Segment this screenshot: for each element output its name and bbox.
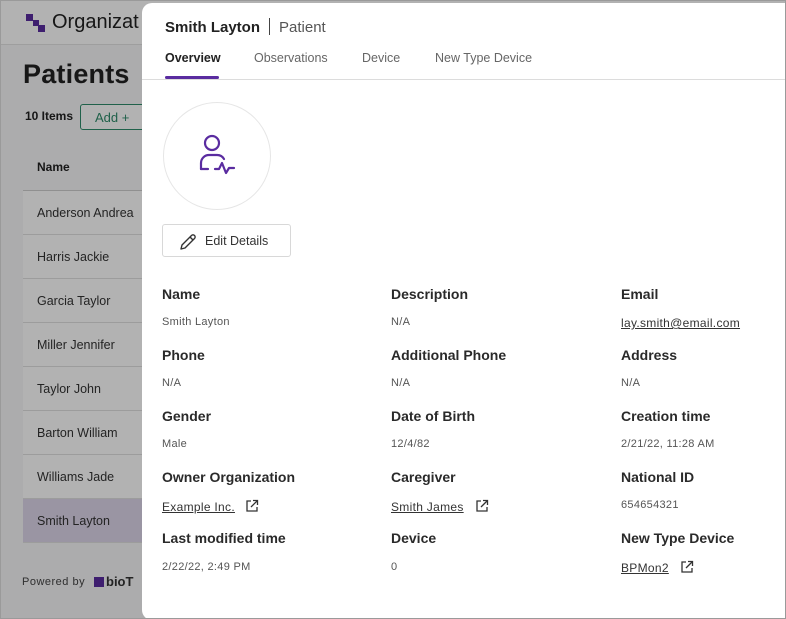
date-of-birth-value: 12/4/82 <box>391 438 430 450</box>
new-type-device-label: New Type Device <box>621 530 735 546</box>
external-link-icon[interactable] <box>475 499 489 513</box>
phone-label: Phone <box>162 347 205 363</box>
header-divider <box>269 18 271 35</box>
email-link[interactable]: lay.smith@email.com <box>621 316 740 330</box>
address-label: Address <box>621 347 678 363</box>
tab-device[interactable]: Device <box>362 51 400 65</box>
external-link-icon[interactable] <box>245 499 259 513</box>
description-value: N/A <box>391 316 411 328</box>
patient-health-icon <box>199 134 236 175</box>
owner-organization-label: Owner Organization <box>162 469 296 485</box>
address-value: N/A <box>621 377 641 389</box>
name-value: Smith Layton <box>162 316 230 328</box>
owner-organization-link[interactable]: Example Inc. <box>162 500 235 514</box>
creation-time-value: 2/21/22, 11:28 AM <box>621 438 715 450</box>
tab-bar: Overview Observations Device New Type De… <box>142 49 785 80</box>
patient-avatar <box>163 102 271 210</box>
name-label: Name <box>162 286 201 302</box>
email-label: Email <box>621 286 659 302</box>
gender-label: Gender <box>162 408 212 424</box>
tab-new-type-device[interactable]: New Type Device <box>435 51 532 65</box>
new-type-device-link[interactable]: BPMon2 <box>621 561 669 575</box>
pencil-icon <box>180 234 196 250</box>
caregiver-label: Caregiver <box>391 469 456 485</box>
national-id-label: National ID <box>621 469 695 485</box>
national-id-value: 654654321 <box>621 499 679 511</box>
entity-type-label: Patient <box>279 19 326 36</box>
additional-phone-value: N/A <box>391 377 411 389</box>
last-modified-time-value: 2/22/22, 2:49 PM <box>162 561 251 573</box>
caregiver-link[interactable]: Smith James <box>391 500 464 514</box>
tab-observations[interactable]: Observations <box>254 51 328 65</box>
creation-time-label: Creation time <box>621 408 711 424</box>
edit-details-button[interactable]: Edit Details <box>162 224 291 257</box>
last-modified-time-label: Last modified time <box>162 530 286 546</box>
device-value: 0 <box>391 561 398 573</box>
patient-name-title: Smith Layton <box>165 19 261 36</box>
date-of-birth-label: Date of Birth <box>391 408 475 424</box>
gender-value: Male <box>162 438 188 450</box>
description-label: Description <box>391 286 469 302</box>
patient-drawer: Smith Layton Patient Overview Observation… <box>142 3 785 618</box>
active-tab-indicator <box>165 76 219 79</box>
app-window: Organizat Patients 10 Items Add + Name A… <box>0 0 786 619</box>
phone-value: N/A <box>162 377 182 389</box>
device-label: Device <box>391 530 437 546</box>
external-link-icon[interactable] <box>680 560 694 574</box>
additional-phone-label: Additional Phone <box>391 347 507 363</box>
edit-details-label: Edit Details <box>205 234 269 248</box>
drawer-header: Smith Layton Patient <box>165 18 326 37</box>
tab-overview[interactable]: Overview <box>165 51 221 65</box>
